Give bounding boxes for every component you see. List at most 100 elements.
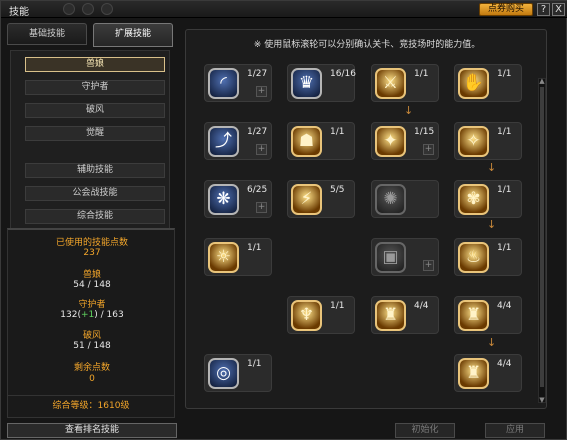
skill-slot[interactable]: ✦ 1/15 + xyxy=(371,122,439,160)
remaining-points-label: 剩余点数 xyxy=(73,363,110,373)
skill-icon[interactable]: ◜ xyxy=(208,68,239,99)
scroll-hint: ※ 使用鼠标滚轮可以分别确认关卡、竞技场时的能力值。 xyxy=(253,40,481,50)
skill-level: 4/4 xyxy=(414,301,429,311)
skill-icon[interactable]: ♜ xyxy=(375,300,406,331)
skill-icon[interactable]: ♜ xyxy=(458,358,489,389)
skill-slot[interactable]: ♆ 1/1 xyxy=(287,296,355,334)
mail-icon[interactable] xyxy=(63,3,75,15)
skill-level: 1/1 xyxy=(247,243,262,253)
category-general[interactable]: 综合技能 xyxy=(25,209,165,224)
view-ranking-skills-button[interactable]: 查看排名技能 xyxy=(7,423,177,438)
close-button[interactable]: X xyxy=(552,3,565,16)
skill-slot[interactable]: ☗ 1/1 xyxy=(287,122,355,160)
settings-icon[interactable] xyxy=(101,3,114,15)
guardian-value-a: 132( xyxy=(60,310,81,320)
skill-slot[interactable]: ⚔ 1/1 xyxy=(371,64,439,102)
breaker-value: 51 / 148 xyxy=(73,341,111,351)
skill-slot[interactable]: ⤴ 1/27 + xyxy=(204,122,272,160)
skill-window: 技能 点券购买 ? X 基础技能 扩展技能 兽娘 守护者 破风 觉醒 辅助技能 … xyxy=(0,0,567,440)
skill-slot[interactable]: ✧ 1/1 xyxy=(454,122,522,160)
scroll-down-icon[interactable]: ▼ xyxy=(539,396,545,404)
skill-level: 1/1 xyxy=(330,301,345,311)
skill-icon[interactable]: ♆ xyxy=(291,300,322,331)
friend-icon[interactable] xyxy=(82,3,95,15)
guardian-label: 守护者 xyxy=(78,300,106,310)
skill-slot[interactable]: ♜ 4/4 xyxy=(454,296,522,334)
skill-level: 1/1 xyxy=(497,69,512,79)
tab-basic-skills[interactable]: 基础技能 xyxy=(7,23,87,45)
skill-icon[interactable]: ✾ xyxy=(458,184,489,215)
overall-level: 综合等级：1610级 xyxy=(7,395,175,418)
skill-icon[interactable]: ♜ xyxy=(458,300,489,331)
apply-button[interactable]: 应用 xyxy=(485,423,545,438)
used-points-value: 237 xyxy=(83,248,101,258)
skill-slot[interactable]: ▣ + xyxy=(371,238,439,276)
category-support[interactable]: 辅助技能 xyxy=(25,163,165,178)
skill-slot[interactable]: ♜ 4/4 xyxy=(371,296,439,334)
skill-icon[interactable]: ⚔ xyxy=(375,68,406,99)
skill-level: 1/1 xyxy=(330,127,345,137)
category-beast[interactable]: 兽娘 xyxy=(25,57,165,72)
skill-icon[interactable]: ✧ xyxy=(458,126,489,157)
category-awaken[interactable]: 觉醒 xyxy=(25,126,165,141)
skill-level: 1/1 xyxy=(414,69,429,79)
skill-slot[interactable]: ◜ 1/27 + xyxy=(204,64,272,102)
skill-level: 1/27 xyxy=(247,127,268,137)
remaining-points-value: 0 xyxy=(89,374,95,384)
category-breaker[interactable]: 破风 xyxy=(25,103,165,118)
skill-icon[interactable]: ♨ xyxy=(458,242,489,273)
skill-level: 1/1 xyxy=(497,127,512,137)
skill-icon[interactable]: ✦ xyxy=(375,126,406,157)
skill-slot[interactable]: ❋ 6/25 + xyxy=(204,180,272,218)
skill-slot[interactable]: ♜ 4/4 xyxy=(454,354,522,392)
scroll-up-icon[interactable]: ▲ xyxy=(539,77,545,85)
skill-icon[interactable]: ✋ xyxy=(458,68,489,99)
skill-icon[interactable]: ♛ xyxy=(291,68,322,99)
skill-points-summary: 已使用的技能点数 237 兽娘 54 / 148 守护者 132(+1) / 1… xyxy=(7,228,175,403)
window-title: 技能 xyxy=(9,7,29,18)
category-guild-war[interactable]: 公会战技能 xyxy=(25,186,165,201)
skill-level: 5/5 xyxy=(330,185,345,195)
skill-icon[interactable]: ◎ xyxy=(208,358,239,389)
skill-slot[interactable]: ♨ 1/1 xyxy=(454,238,522,276)
skill-link-arrow-icon: ↓ xyxy=(487,161,497,174)
plus-icon[interactable]: + xyxy=(423,260,434,271)
plus-icon[interactable]: + xyxy=(423,144,434,155)
skill-level: 1/1 xyxy=(497,243,512,253)
skill-slot[interactable]: ♛ 16/16 xyxy=(287,64,356,102)
skill-tabs: 基础技能 扩展技能 xyxy=(7,23,175,47)
used-points-label: 已使用的技能点数 xyxy=(55,238,128,248)
skill-level: 1/1 xyxy=(497,185,512,195)
reset-button[interactable]: 初始化 xyxy=(395,423,455,438)
skill-slot[interactable]: ✋ 1/1 xyxy=(454,64,522,102)
tab-extended-skills[interactable]: 扩展技能 xyxy=(93,23,173,47)
plus-icon[interactable]: + xyxy=(256,144,267,155)
beast-value: 54 / 148 xyxy=(73,280,111,290)
skill-icon[interactable]: ▣ xyxy=(375,242,406,273)
skill-level: 1/15 xyxy=(414,127,435,137)
help-button[interactable]: ? xyxy=(537,3,550,16)
plus-icon[interactable]: + xyxy=(256,86,267,97)
skill-icon[interactable]: ⚡ xyxy=(291,184,322,215)
skill-slot[interactable]: ☼ 1/1 xyxy=(204,238,272,276)
title-bar[interactable]: 技能 点券购买 ? X xyxy=(1,1,567,18)
breaker-label: 破风 xyxy=(82,331,101,341)
skill-slot[interactable]: ◎ 1/1 xyxy=(204,354,272,392)
skill-level: 4/4 xyxy=(497,301,512,311)
skill-icon[interactable]: ❋ xyxy=(208,184,239,215)
skill-icon[interactable]: ⤴ xyxy=(208,126,239,157)
shop-button[interactable]: 点券购买 xyxy=(479,3,533,16)
scroll-thumb[interactable] xyxy=(540,87,544,387)
left-panel: 基础技能 扩展技能 兽娘 守护者 破风 觉醒 辅助技能 公会战技能 综合技能 已… xyxy=(7,23,175,421)
skill-icon[interactable]: ✺ xyxy=(375,184,406,215)
skill-icon[interactable]: ☗ xyxy=(291,126,322,157)
category-list: 兽娘 守护者 破风 觉醒 辅助技能 公会战技能 综合技能 xyxy=(10,50,170,246)
skill-slot[interactable]: ✺ xyxy=(371,180,439,218)
plus-icon[interactable]: + xyxy=(256,202,267,213)
skill-slot[interactable]: ⚡ 5/5 xyxy=(287,180,355,218)
skill-scrollbar[interactable]: ▲ ▼ xyxy=(538,77,546,404)
category-guardian[interactable]: 守护者 xyxy=(25,80,165,95)
skill-link-arrow-icon: ↓ xyxy=(487,218,497,231)
skill-slot[interactable]: ✾ 1/1 xyxy=(454,180,522,218)
skill-icon[interactable]: ☼ xyxy=(208,242,239,273)
